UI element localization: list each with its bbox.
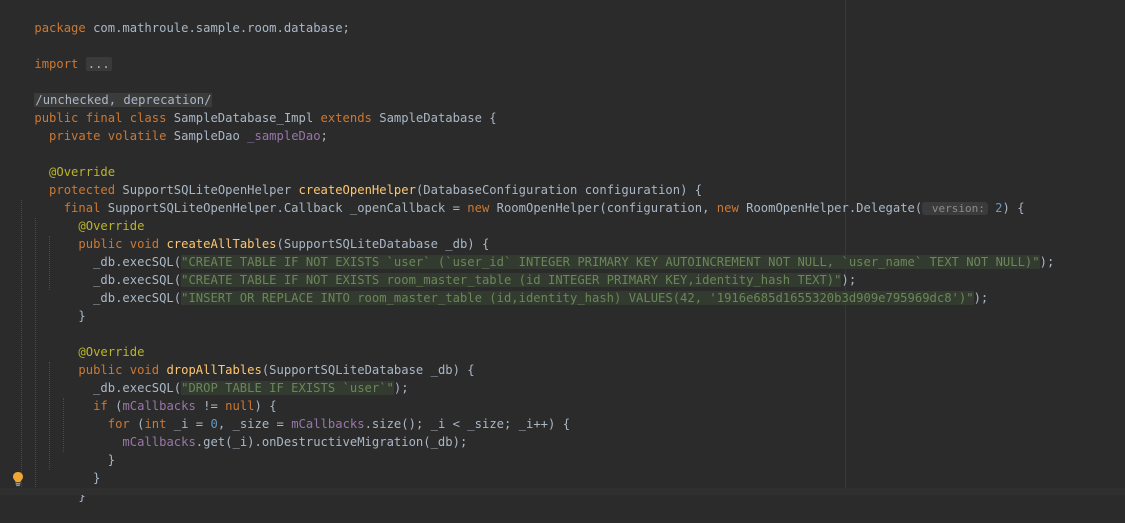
code-line: /unchecked, deprecation/ <box>5 73 213 107</box>
code-line: public void createAllTables(SupportSQLit… <box>5 217 489 251</box>
code-line: } <box>5 433 115 467</box>
token-field: mCallbacks <box>122 435 196 449</box>
token-keyword: new <box>467 201 490 215</box>
horizontal-scrollbar[interactable] <box>0 488 1125 495</box>
code-line: } <box>5 289 85 323</box>
code-line: protected SupportSQLiteOpenHelper create… <box>5 163 702 197</box>
token-keyword: package <box>34 21 86 35</box>
token-text: SupportSQLiteOpenHelper.Callback _openCa… <box>100 201 468 215</box>
code-line: @Override <box>5 199 144 233</box>
token-text: SampleDao <box>166 129 248 143</box>
code-line: _db.execSQL("CREATE TABLE IF NOT EXISTS … <box>5 235 1054 269</box>
code-line: } <box>5 451 100 485</box>
code-line: @Override <box>5 145 115 179</box>
code-line: _db.execSQL("DROP TABLE IF EXISTS `user`… <box>5 361 409 395</box>
token-keyword: private volatile <box>49 129 167 143</box>
code-line: mCallbacks.get(_i).onDestructiveMigratio… <box>5 415 467 449</box>
token-text: ); <box>393 381 409 395</box>
token-keyword: import <box>34 57 79 71</box>
token-keyword: extends <box>320 111 372 125</box>
code-line: _db.execSQL("CREATE TABLE IF NOT EXISTS … <box>5 253 856 287</box>
code-editor[interactable]: package com.mathroule.sample.room.databa… <box>0 0 1125 503</box>
token-keyword: new <box>716 201 739 215</box>
token-text: .get(_i).onDestructiveMigration(_db); <box>195 435 468 449</box>
token-sql-string: "INSERT OR REPLACE INTO room_master_tabl… <box>181 291 974 305</box>
token-text: com.mathroule.sample.room.database; <box>85 21 350 35</box>
parameter-name-hint: version: <box>922 202 988 215</box>
token-text: RoomOpenHelper(configuration, <box>489 201 717 215</box>
token-text: ); <box>973 291 989 305</box>
token-field: _sampleDao <box>247 129 321 143</box>
code-line: _db.execSQL("INSERT OR REPLACE INTO room… <box>5 271 988 305</box>
token-text: ); <box>1039 255 1055 269</box>
folded-imports[interactable]: ... <box>85 57 112 71</box>
token-text: ) { <box>1002 201 1025 215</box>
code-line: if (mCallbacks != null) { <box>5 379 276 413</box>
code-line: public final class SampleDatabase_Impl e… <box>5 91 496 125</box>
code-line: import ... <box>5 37 112 71</box>
token-number: 2 <box>987 201 1003 215</box>
token-text: RoomOpenHelper.Delegate( <box>738 201 923 215</box>
code-line: package com.mathroule.sample.room.databa… <box>5 1 350 35</box>
token-text: SampleDatabase { <box>371 111 497 125</box>
code-line: private volatile SampleDao _sampleDao; <box>5 109 328 143</box>
code-line: @Override <box>5 325 144 359</box>
lightbulb-icon[interactable] <box>11 471 25 487</box>
code-line: for (int _i = 0, _size = mCallbacks.size… <box>5 397 570 431</box>
code-line: final SupportSQLiteOpenHelper.Callback _… <box>5 181 1025 215</box>
code-line: public void dropAllTables(SupportSQLiteD… <box>5 343 474 377</box>
token-text: ; <box>320 129 328 143</box>
token-text: } <box>34 309 86 323</box>
